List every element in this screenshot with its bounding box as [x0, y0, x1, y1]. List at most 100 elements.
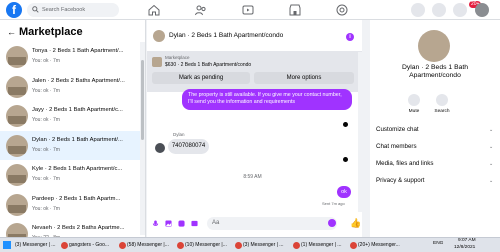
chat-avatar[interactable] [153, 30, 165, 42]
chevron-down-icon[interactable]: ⌄ [489, 178, 493, 184]
list-item[interactable]: Jalen · 2 Beds 2 Baths Apartment/... You… [0, 72, 140, 102]
thumbs-up-icon[interactable]: 👍 [350, 218, 361, 229]
taskbar-app[interactable]: (58) Messenger |... [118, 240, 173, 251]
timestamp-separator: 8:59 AM [243, 174, 262, 180]
taskbar-app[interactable]: (20+) Messenger... [349, 240, 404, 251]
message-composer: Aa 👍 [147, 211, 362, 237]
messenger-icon[interactable] [432, 3, 446, 17]
chat-header: Dylan · 2 Beds 1 Bath Apartment/condo i [147, 20, 362, 52]
listing-thumbnail [6, 134, 28, 157]
listing-thumbnail [6, 164, 28, 186]
marketplace-icon[interactable] [289, 4, 301, 16]
image-icon[interactable] [165, 220, 172, 227]
sender-name: Dylan [173, 132, 185, 137]
microphone-icon[interactable] [152, 220, 159, 227]
conversation-meta: You: ok · 7m [32, 176, 60, 182]
conversation-title: Jayy · 2 Beds 1 Bath Apartment/c... [32, 107, 123, 113]
list-item[interactable]: Tonya · 2 Beds 1 Bath Apartment/... You:… [0, 42, 140, 72]
home-icon[interactable] [148, 4, 160, 16]
conversation-title: Nevaeh · 2 Beds 2 Baths Apartme... [32, 225, 125, 231]
conversation-meta: You: ok · 7m [32, 146, 60, 153]
conversation-meta: You: ok · 7m [32, 117, 60, 123]
chrome-icon [119, 242, 126, 249]
taskbar-app[interactable]: (3) Messenger | ... [234, 240, 289, 251]
search-icon [32, 6, 39, 13]
conversation-title: Pardeep · 2 Beds 1 Bath Apartm... [32, 195, 121, 202]
messages-scrollbar[interactable] [358, 52, 362, 212]
listing-description[interactable]: $630 · 2 Beds 1 Bath Apartment/condo [165, 62, 251, 68]
conversation-meta: You: ok · 7m [32, 87, 60, 94]
taskbar-app[interactable]: (3) Messenger | ... [0, 240, 57, 251]
listing-thumbnail [6, 75, 28, 98]
chevron-down-icon[interactable]: ⌄ [489, 127, 493, 133]
taskbar-app-label: (1) Messenger | ... [301, 242, 342, 248]
info-icon[interactable]: i [346, 33, 354, 41]
chat-title[interactable]: Dylan · 2 Beds 1 Bath Apartment/condo [169, 32, 283, 39]
gif-icon[interactable] [191, 220, 198, 227]
sidebar-title: Marketplace [19, 26, 83, 38]
conversation-title: Jalen · 2 Beds 2 Baths Apartment/... [32, 77, 125, 84]
listing-thumbnail [152, 57, 162, 67]
outgoing-message: The property is still available. If you … [182, 89, 352, 110]
clock-time[interactable]: 9:07 AM [458, 238, 476, 243]
taskbar-app-label: (58) Messenger |... [127, 242, 169, 248]
mute-icon[interactable] [408, 94, 420, 106]
sender-avatar[interactable] [155, 143, 165, 153]
conversation-avatar [418, 30, 450, 62]
taskbar-app[interactable]: (1) Messenger | ... [292, 240, 347, 251]
friends-icon[interactable] [195, 4, 207, 16]
search-icon[interactable] [436, 94, 448, 106]
taskbar-app[interactable]: (10) Messenger |... [176, 240, 231, 251]
gaming-icon[interactable] [336, 4, 348, 16]
conversation-meta: You: ok · 7m [32, 58, 60, 64]
notifications-icon[interactable] [453, 3, 467, 17]
back-arrow-icon[interactable]: ← [7, 27, 16, 37]
message-input[interactable]: Aa [207, 217, 337, 230]
emoji-icon[interactable] [328, 219, 336, 227]
menu-grid-icon[interactable] [411, 3, 425, 17]
read-receipt-dot [343, 122, 348, 127]
chevron-down-icon[interactable]: ⌄ [489, 161, 493, 167]
listing-thumbnail [6, 46, 28, 68]
outgoing-reply: ok [337, 186, 351, 198]
conversation-list: Tonya · 2 Beds 1 Bath Apartment/... You:… [0, 42, 140, 249]
watch-icon[interactable] [242, 4, 254, 16]
search-input[interactable]: Search Facebook [27, 3, 119, 17]
profile-avatar[interactable] [475, 3, 489, 17]
taskbar-app-label: (3) Messenger | ... [243, 242, 284, 248]
chat-panel: Dylan · 2 Beds 1 Bath Apartment/condo i … [147, 20, 362, 237]
search-label: Search [434, 109, 450, 114]
media-files-links-menu-item[interactable]: Media, files and links [376, 160, 433, 167]
mark-as-pending-button[interactable]: Mark as pending [152, 72, 250, 84]
facebook-logo[interactable]: f [6, 2, 22, 18]
conversation-title: Dylan · 2 Beds 1 Bath Apartment/... [32, 136, 123, 143]
list-item[interactable]: Pardeep · 2 Beds 1 Bath Apartm... You: o… [0, 190, 140, 220]
sticker-icon[interactable] [178, 220, 185, 227]
top-navigation-bar: f Search Facebook 20+ [0, 0, 500, 20]
chrome-icon [350, 242, 357, 249]
list-item[interactable]: Kyle · 2 Beds 1 Bath Apartment/c... You:… [0, 160, 140, 190]
chat-members-menu-item[interactable]: Chat members [376, 143, 417, 150]
incoming-message: 7407080074 [168, 139, 209, 154]
listing-card: Marketplace $630 · 2 Beds 1 Bath Apartme… [147, 52, 358, 92]
conversation-title: Tonya · 2 Beds 1 Bath Apartment/... [32, 48, 124, 54]
clock-date[interactable]: 12/8/2021 [454, 245, 475, 250]
list-item-selected[interactable]: Dylan · 2 Beds 1 Bath Apartment/... You:… [0, 130, 140, 160]
conversation-title: Kyle · 2 Beds 1 Bath Apartment/c... [32, 166, 123, 172]
conversation-meta: You: ok · 7m [32, 205, 60, 212]
chevron-down-icon[interactable]: ⌄ [489, 144, 493, 150]
customize-chat-menu-item[interactable]: Customize chat [376, 126, 419, 133]
more-options-button[interactable]: More options [254, 72, 354, 84]
listing-thumbnail [6, 193, 28, 216]
taskbar-app-label: (10) Messenger |... [185, 242, 227, 248]
chrome-icon [61, 242, 68, 249]
sidebar-scroll-thumb[interactable] [141, 60, 144, 140]
privacy-support-menu-item[interactable]: Privacy & support [376, 177, 425, 184]
language-indicator[interactable]: ENG [433, 241, 443, 246]
sent-status: Sent 7m ago [322, 201, 345, 206]
taskbar-app[interactable]: gangsters - Goo... [60, 240, 115, 251]
list-item[interactable]: Jayy · 2 Beds 1 Bath Apartment/c... You:… [0, 101, 140, 131]
marketplace-sidebar: ← Marketplace Tonya · 2 Beds 1 Bath Apar… [0, 20, 146, 245]
conversation-info-panel: Dylan · 2 Beds 1 Bath Apartment/condo Mu… [370, 20, 500, 237]
listing-label: Marketplace [165, 55, 190, 60]
